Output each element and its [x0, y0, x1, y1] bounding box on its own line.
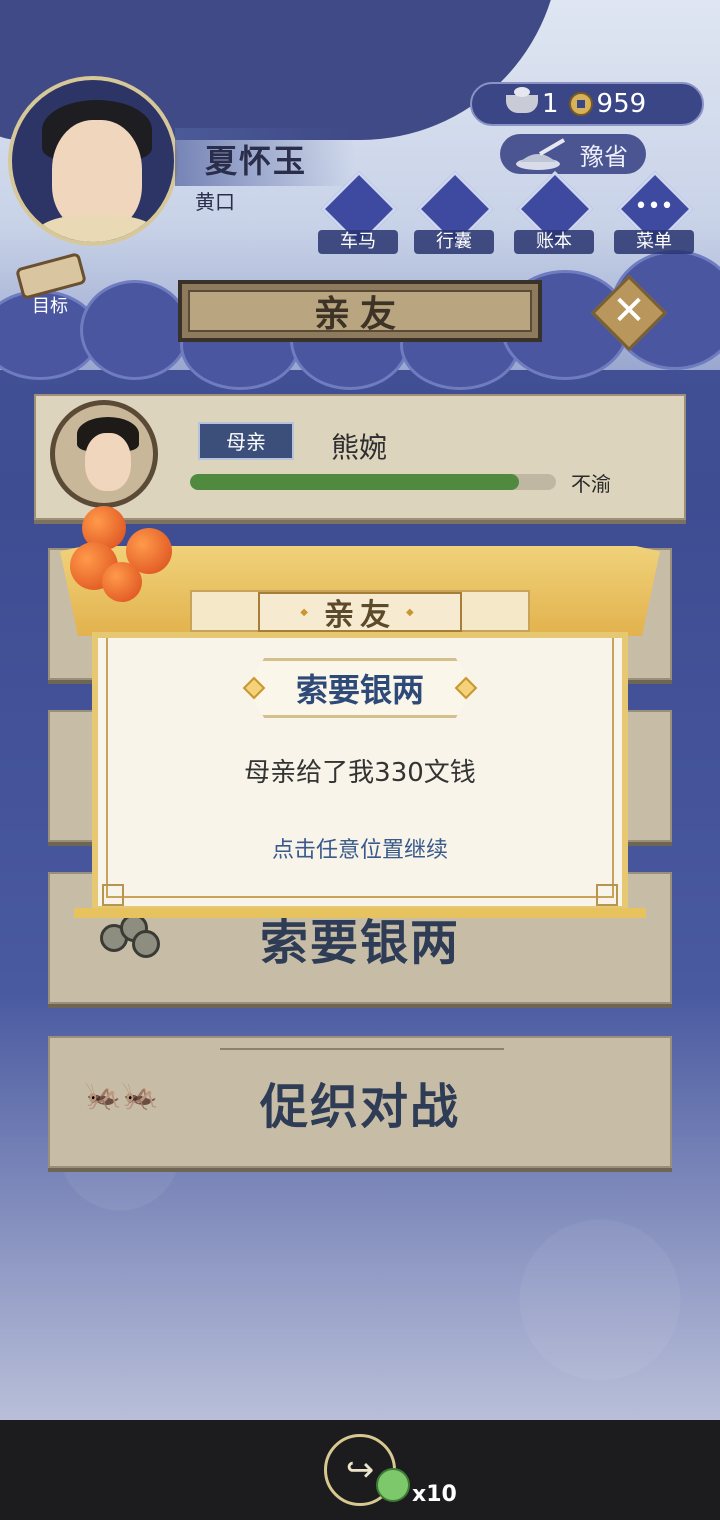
modal-title-text: 亲友 [324, 598, 396, 633]
continue-hint[interactable]: 点击任意位置继续 [92, 832, 628, 864]
modal-title: 亲友 [258, 592, 462, 633]
share-count: x10 [412, 1482, 457, 1507]
hawthorn-fruit-icon [62, 502, 182, 622]
modal-subtitle: 索要银两 [295, 671, 424, 709]
modal-message: 母亲给了我330文钱 [244, 758, 476, 788]
corner-ornament-left [102, 884, 124, 906]
corner-ornament-right [596, 884, 618, 906]
modal-footer-bar [74, 908, 646, 918]
frog-icon [376, 1468, 410, 1502]
game-stage: 夏怀玉 黄口 1 959 豫省 车马 行囊 账本 ••• 菜单 目标 亲友 ✕ … [0, 0, 720, 1420]
